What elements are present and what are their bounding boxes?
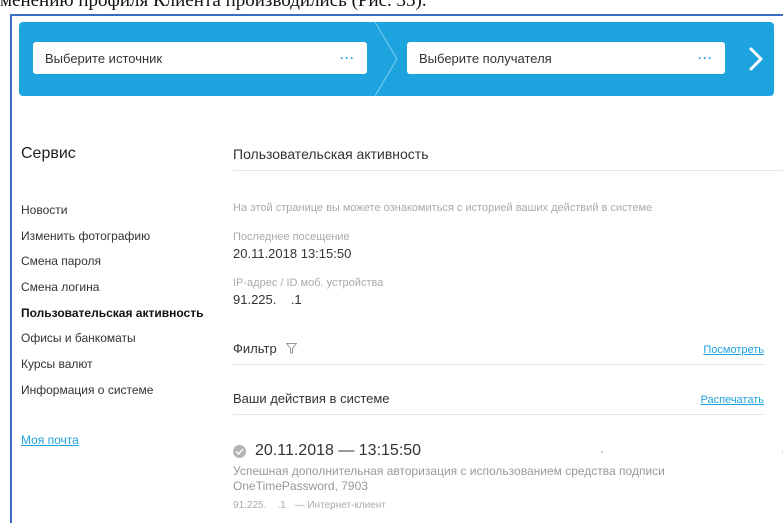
- actions-header: Ваши действия в системе Распечатать: [233, 391, 764, 415]
- last-visit-value: 20.11.2018 13:15:50: [233, 246, 352, 261]
- page-title: Пользовательская активность: [233, 144, 783, 171]
- filter-row: Фильтр Посмотреть: [233, 341, 764, 365]
- print-link[interactable]: Распечатать: [701, 394, 764, 406]
- separator-dot: [601, 451, 603, 453]
- app-frame: Выберите источник ··· Выберите получател…: [10, 14, 783, 523]
- transfer-bar: Выберите источник ··· Выберите получател…: [19, 22, 774, 96]
- sidebar-item-change-login[interactable]: Смена логина: [21, 279, 203, 305]
- event-description: Успешная дополнительная авторизация с ис…: [233, 464, 665, 493]
- event-meta: 91.225. .1 — Интернет-клиент: [233, 500, 783, 511]
- ip-label: IP-адрес / ID моб. устройства: [233, 277, 384, 289]
- sidebar-item-user-activity[interactable]: Пользовательская активность: [21, 305, 203, 331]
- intro-text: На этой странице вы можете ознакомиться …: [233, 202, 653, 214]
- sidebar-title: Сервис: [21, 145, 76, 162]
- last-visit-label: Последнее посещение: [233, 231, 350, 243]
- view-link[interactable]: Посмотреть: [703, 344, 764, 356]
- chevron-divider-icon: [374, 22, 398, 96]
- sidebar-item-exchange-rates[interactable]: Курсы валют: [21, 356, 203, 382]
- event-ip: 91.225. .1: [233, 500, 286, 511]
- sidebar-item-offices-atms[interactable]: Офисы и банкоматы: [21, 330, 203, 356]
- source-selector-label: Выберите источник: [45, 50, 163, 66]
- event-header: 20.11.2018 — 13:15:50: [233, 442, 783, 460]
- sidebar-item-system-info[interactable]: Информация о системе: [21, 382, 203, 408]
- sidebar-item-news[interactable]: Новости: [21, 202, 203, 228]
- source-selector[interactable]: Выберите источник ···: [33, 42, 367, 74]
- event-datetime: 20.11.2018 — 13:15:50: [255, 442, 422, 459]
- actions-title: Ваши действия в системе: [233, 391, 390, 406]
- main-content: Пользовательская активность На этой стра…: [233, 144, 783, 511]
- target-selector-label: Выберите получателя: [419, 50, 552, 66]
- sidebar-item-change-password[interactable]: Смена пароля: [21, 253, 203, 279]
- source-more-icon[interactable]: ···: [340, 51, 355, 65]
- my-mail-link[interactable]: Моя почта: [21, 433, 79, 447]
- target-more-icon[interactable]: ···: [698, 51, 713, 65]
- next-button[interactable]: [739, 40, 773, 78]
- filter-icon[interactable]: [285, 343, 297, 354]
- filter-label[interactable]: Фильтр: [233, 341, 277, 356]
- sidebar-item-change-photo[interactable]: Изменить фотографию: [21, 228, 203, 254]
- event-item[interactable]: 20.11.2018 — 13:15:50 Успешная дополните…: [233, 442, 783, 511]
- sidebar-nav: Новости Изменить фотографию Смена пароля…: [21, 202, 203, 408]
- target-selector[interactable]: Выберите получателя ···: [407, 42, 725, 74]
- document-caption: менению профиля Клиента производились (Р…: [0, 0, 427, 11]
- ip-value: 91.225. .1: [233, 292, 302, 307]
- check-circle-icon: [233, 444, 246, 458]
- event-channel: — Интернет-клиент: [294, 500, 386, 511]
- chevron-right-icon: [749, 47, 763, 71]
